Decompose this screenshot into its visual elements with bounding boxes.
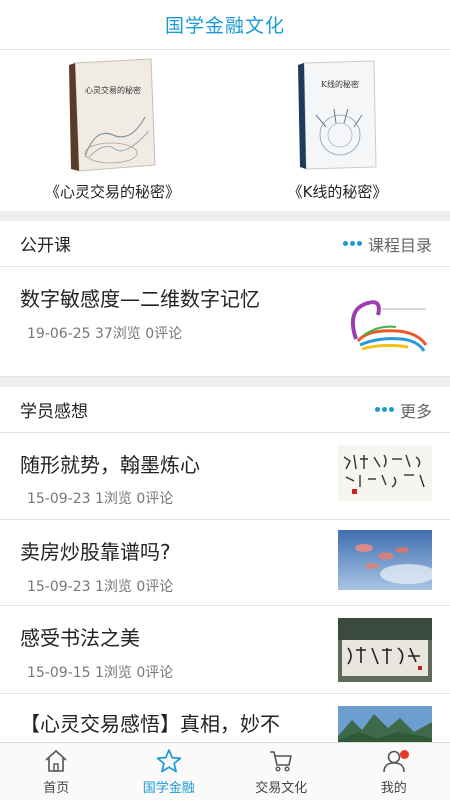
tab-label: 首页 [43, 780, 70, 796]
section-title: 公开课 [20, 236, 71, 256]
book-title[interactable]: 《心灵交易的秘密》 [45, 181, 180, 202]
list-item[interactable]: 数字敏感度—二维数字记忆 19-06-25 37浏览 0评论 [0, 267, 450, 377]
item-meta: 19-06-25 37浏览 0评论 [27, 326, 183, 342]
list-item[interactable]: 卖房炒股靠谱吗? 15-09-23 1浏览 0评论 [0, 520, 450, 606]
book-title[interactable]: 《K线的秘密》 [288, 181, 388, 202]
book-showcase: 心灵交易的秘密 《心灵交易的秘密》 K线的秘密 《K线的秘密》 [0, 51, 450, 211]
svg-text:K线的秘密: K线的秘密 [321, 79, 359, 89]
bottom-tab-bar: 首页 国学金融 交易文化 我的 [0, 742, 450, 800]
item-title[interactable]: 感受书法之美 [20, 622, 140, 651]
book-cover-image: 心灵交易的秘密 [65, 57, 161, 173]
section-title: 学员感想 [20, 402, 88, 422]
student-thoughts-header: 学员感想 更多 [0, 387, 450, 433]
more-label[interactable]: 更多 [400, 398, 432, 422]
tab-label: 国学金融 [142, 780, 195, 796]
section-divider [0, 211, 450, 221]
more-dots-icon [342, 241, 362, 246]
home-icon [45, 749, 67, 772]
page-title: 国学金融文化 [164, 15, 285, 37]
app-header: 国学金融文化 [0, 0, 450, 50]
list-item[interactable]: 【心灵交易感悟】真相，妙不 [0, 694, 450, 742]
item-meta: 15-09-23 1浏览 0评论 [27, 491, 174, 507]
more-label[interactable]: 课程目录 [368, 232, 432, 256]
list-item[interactable]: 感受书法之美 15-09-15 1浏览 0评论 [0, 606, 450, 694]
item-title[interactable]: 随形就势，翰墨炼心 [20, 449, 200, 478]
more-dots-icon [374, 407, 394, 412]
item-thumbnail [338, 445, 432, 501]
tab-mine[interactable]: 我的 [338, 743, 450, 800]
item-meta: 15-09-15 1浏览 0评论 [27, 665, 174, 681]
notification-badge [399, 750, 409, 759]
tab-guoxue-finance[interactable]: 国学金融 [113, 743, 226, 800]
book-card-kline[interactable]: K线的秘密 《K线的秘密》 [225, 51, 450, 211]
item-title[interactable]: 卖房炒股靠谱吗? [20, 536, 171, 565]
tab-home[interactable]: 首页 [0, 743, 113, 800]
item-title[interactable]: 数字敏感度—二维数字记忆 [20, 283, 260, 312]
course-catalog-link[interactable]: 课程目录 [342, 232, 432, 256]
star-icon [156, 748, 181, 772]
tab-label: 我的 [380, 780, 407, 796]
more-link[interactable]: 更多 [374, 398, 432, 422]
item-thumbnail [338, 530, 432, 590]
book-cover-image: K线的秘密 [290, 57, 386, 173]
item-thumbnail [338, 706, 432, 742]
tab-label: 交易文化 [255, 780, 308, 796]
item-thumbnail [338, 289, 432, 355]
open-course-header: 公开课 课程目录 [0, 221, 450, 267]
item-title[interactable]: 【心灵交易感悟】真相，妙不 [20, 708, 280, 737]
cart-icon [270, 750, 293, 772]
list-item[interactable]: 随形就势，翰墨炼心 15-09-23 1浏览 0评论 [0, 433, 450, 520]
item-meta: 15-09-23 1浏览 0评论 [27, 579, 174, 595]
section-divider [0, 377, 450, 387]
svg-text:心灵交易的秘密: 心灵交易的秘密 [85, 85, 141, 95]
tab-trading-culture[interactable]: 交易文化 [225, 743, 338, 800]
book-card-trading-mind[interactable]: 心灵交易的秘密 《心灵交易的秘密》 [0, 51, 225, 211]
item-thumbnail [338, 618, 432, 682]
